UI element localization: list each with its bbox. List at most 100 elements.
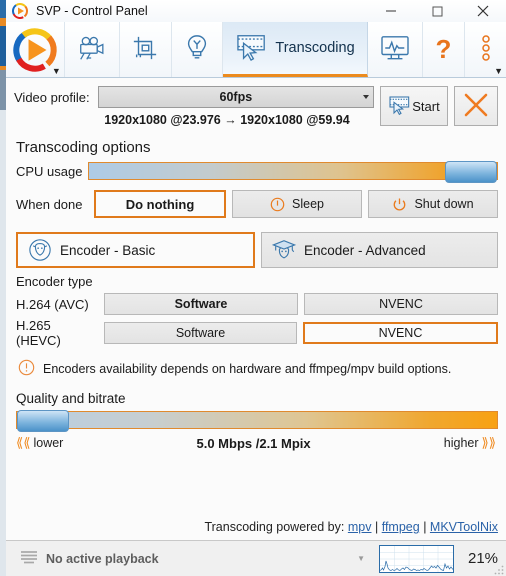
quality-slider-thumb[interactable] (17, 410, 69, 432)
quality-higher[interactable]: higher ⟫⟫ (444, 435, 496, 451)
sheep-graduate-icon (272, 238, 296, 262)
quality-slider-labels: ⟪⟪ lower 5.0 Mbps /2.1 Mpix higher ⟫⟫ (16, 435, 496, 451)
toolbar-item-statistics[interactable] (368, 22, 423, 77)
transcoding-panel: Video profile: 60fps 1920x1080 @23.976 →… (6, 78, 506, 540)
tab-label: Encoder - Advanced (304, 242, 426, 258)
when-done-row: When done Do nothing Sleep Shut down (6, 180, 506, 218)
separator: | (374, 520, 379, 534)
sleep-icon (270, 197, 285, 212)
chevron-down-icon (363, 95, 369, 99)
toolbar-item-video-profiles[interactable] (65, 22, 120, 77)
window-controls (368, 0, 506, 22)
monitor-graph-icon (380, 35, 410, 64)
toolbar-item-svp-logo[interactable]: ▼ (6, 22, 65, 77)
main-toolbar: ▼ Transcoding ? ▼ (6, 22, 506, 78)
lines-icon (20, 550, 38, 567)
powered-by-footer: Transcoding powered by: mpv | ffmpeg | M… (204, 520, 498, 534)
crop-icon (132, 35, 158, 64)
encoder-row-h264: H.264 (AVC) Software NVENC (6, 293, 506, 315)
quality-bitrate-title: Quality and bitrate (16, 391, 126, 406)
window-left-edge (0, 0, 6, 576)
h264-software-button[interactable]: Software (104, 293, 298, 315)
when-done-sleep-button[interactable]: Sleep (232, 190, 362, 218)
encoder-row-label: H.264 (AVC) (16, 296, 89, 312)
lightbulb-icon (185, 34, 209, 65)
when-done-option-label: Sleep (292, 197, 324, 211)
encoder-row-label: H.265 (HEVC) (16, 318, 61, 348)
chevron-down-icon[interactable]: ▼ (494, 66, 503, 76)
encoder-option-label: NVENC (379, 297, 423, 311)
encoder-row-h265: H.265 (HEVC) Software NVENC (6, 318, 506, 348)
resize-grip[interactable] (494, 564, 504, 575)
powered-by-prefix: Transcoding powered by: (204, 520, 345, 534)
encoder-option-label: NVENC (378, 326, 423, 340)
status-bar: No active playback ▼ 21% (6, 540, 506, 576)
link-mkvtoolnix[interactable]: MKVToolNix (430, 520, 498, 534)
when-done-do-nothing-button[interactable]: Do nothing (94, 190, 226, 218)
double-chevron-left-icon: ⟪⟪ (16, 435, 31, 450)
window-title: SVP - Control Panel (36, 4, 148, 18)
toolbar-item-crop[interactable] (120, 22, 172, 77)
close-button[interactable] (460, 0, 506, 22)
video-profile-section: Video profile: 60fps 1920x1080 @23.976 →… (6, 78, 506, 127)
tab-encoder-basic[interactable]: Encoder - Basic (16, 232, 255, 268)
orange-x-icon (463, 92, 489, 121)
maximize-button[interactable] (414, 0, 460, 22)
film-cursor-icon (388, 94, 412, 119)
playback-status[interactable]: No active playback ▼ (6, 550, 379, 567)
h264-nvenc-button[interactable]: NVENC (304, 293, 498, 315)
encoder-availability-note: Encoders availability depends on hardwar… (6, 351, 506, 379)
quality-higher-label: higher (443, 436, 479, 450)
encoder-tabs: Encoder - Basic Encoder - Advanced (6, 218, 506, 268)
chevron-down-icon[interactable]: ▼ (357, 554, 365, 563)
movie-camera-icon (77, 35, 107, 64)
start-button-label: Start (412, 98, 440, 114)
toolbar-item-more[interactable]: ▼ (465, 22, 506, 77)
cpu-usage-slider[interactable] (88, 161, 498, 183)
quality-lower[interactable]: ⟪⟪ lower (16, 435, 63, 451)
title-bar: SVP - Control Panel (6, 0, 506, 22)
toolbar-item-lightbulb[interactable] (172, 22, 224, 77)
kebab-menu-icon (481, 34, 491, 65)
cpu-usage-label: CPU usage (16, 163, 83, 179)
cancel-button[interactable] (454, 86, 498, 126)
power-icon (392, 197, 407, 212)
cpu-usage-slider-thumb[interactable] (445, 161, 497, 183)
video-profile-select[interactable]: 60fps (97, 86, 374, 108)
svp-control-panel-window: SVP - Control Panel ▼ Transcoding ? ▼ Vi… (0, 0, 506, 576)
start-button[interactable]: Start (380, 86, 448, 126)
when-done-label: When done (16, 196, 83, 212)
toolbar-item-help[interactable]: ? (423, 22, 466, 77)
when-done-shut-down-button[interactable]: Shut down (368, 190, 498, 218)
question-mark-icon: ? (435, 34, 452, 64)
video-profile-selected-value: 60fps (219, 90, 253, 104)
encoder-type-title: Encoder type (16, 274, 93, 289)
warning-circle-icon (18, 359, 35, 379)
quality-lower-label: lower (33, 436, 64, 450)
quality-slider[interactable] (16, 410, 498, 432)
double-chevron-right-icon: ⟫⟫ (481, 435, 496, 450)
when-done-option-label: Shut down (414, 197, 474, 211)
encoder-note-text: Encoders availability depends on hardwar… (43, 362, 452, 376)
h265-nvenc-button[interactable]: NVENC (303, 322, 498, 344)
svp-logo-icon (11, 2, 28, 19)
link-mpv[interactable]: mpv (348, 520, 372, 534)
video-profile-label: Video profile: (14, 89, 90, 105)
film-cursor-icon (235, 32, 269, 65)
separator: | (423, 520, 427, 534)
transcoding-options-title: Transcoding options (16, 139, 151, 156)
encoder-option-label: Software (174, 297, 228, 311)
sheep-icon (28, 238, 52, 262)
cpu-usage-row: CPU usage (6, 161, 506, 183)
tab-encoder-advanced[interactable]: Encoder - Advanced (261, 232, 498, 268)
video-profile-conversion: 1920x1080 @23.976 → 1920x1080 @59.94 (104, 113, 350, 127)
playback-status-text: No active playback (46, 551, 159, 566)
link-ffmpeg[interactable]: ffmpeg (382, 520, 420, 534)
toolbar-item-transcoding[interactable]: Transcoding (223, 22, 368, 77)
minimize-button[interactable] (368, 0, 414, 22)
tab-label: Encoder - Basic (60, 242, 156, 258)
h265-software-button[interactable]: Software (104, 322, 297, 344)
cpu-history-graph (379, 544, 454, 573)
quality-readout: 5.0 Mbps /2.1 Mpix (196, 435, 311, 451)
encoder-option-label: Software (175, 326, 226, 340)
